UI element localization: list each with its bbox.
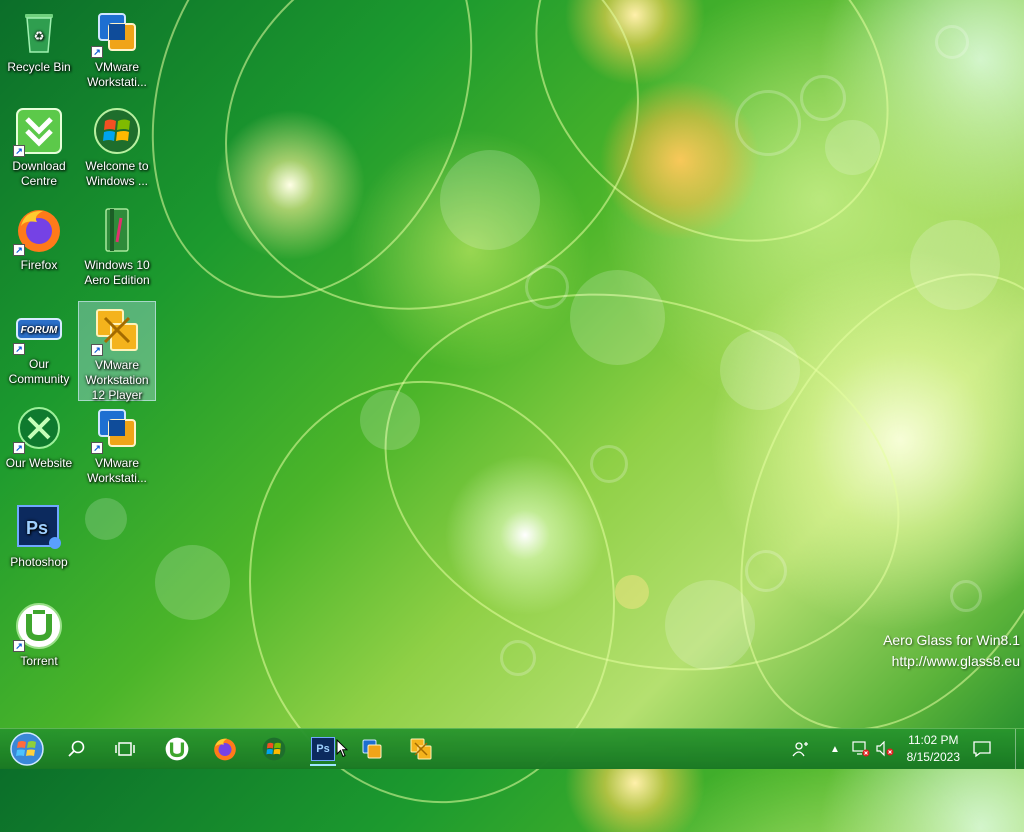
- shortcut-arrow-icon: ↗: [13, 145, 25, 157]
- download-centre-icon: ↗: [13, 107, 63, 157]
- desktop-icon-label: Download Centre: [12, 159, 66, 188]
- desktop-icon-firefox[interactable]: ↗ Firefox: [0, 202, 78, 273]
- shortcut-arrow-icon: ↗: [13, 343, 25, 355]
- chevron-up-icon: ▲: [830, 743, 840, 755]
- mouse-cursor-icon: [336, 738, 349, 763]
- clock-time: 11:02 PM: [908, 733, 959, 747]
- desktop-icon-label: VMware Workstati...: [87, 60, 147, 89]
- task-view-button[interactable]: [108, 733, 142, 765]
- utorrent-icon: [165, 737, 189, 761]
- network-disconnected-icon: [852, 741, 870, 757]
- desktop-icon-recycle-bin[interactable]: ♻ Recycle Bin: [0, 4, 78, 75]
- search-button[interactable]: [60, 733, 94, 765]
- clock-date: 8/15/2023: [906, 750, 960, 764]
- book-icon: [93, 206, 141, 254]
- desktop-icon-our-community[interactable]: FORUM ↗ Our Community: [0, 301, 78, 387]
- recycle-bin-icon: ♻: [15, 8, 63, 56]
- forum-icon: FORUM ↗: [13, 305, 63, 355]
- desktop-icon-torrent[interactable]: ↗ Torrent: [0, 598, 78, 669]
- desktop-icon-download-centre[interactable]: ↗ Download Centre: [0, 103, 78, 189]
- desktop-icon-label: Firefox: [20, 258, 58, 272]
- photoshop-icon: Ps: [311, 737, 335, 761]
- windows-orb-icon: [93, 107, 141, 155]
- watermark-line-1: Aero Glass for Win8.1: [883, 632, 1020, 648]
- desktop-icon-label: VMware Workstati...: [87, 456, 147, 485]
- taskbar-windows-welcome[interactable]: [257, 733, 291, 765]
- forum-badge-text: FORUM: [21, 325, 58, 336]
- windows-orb-icon: [262, 737, 286, 761]
- desktop-icon-label: Our Community: [8, 357, 70, 386]
- volume-button[interactable]: [874, 729, 896, 769]
- taskbar-utorrent[interactable]: [160, 733, 194, 765]
- vmware-icon: ↗: [91, 8, 141, 58]
- desktop-icon-label: Our Website: [5, 456, 73, 470]
- notification-icon: [973, 741, 991, 758]
- network-status-button[interactable]: [850, 729, 872, 769]
- vmware-icon: ↗: [91, 404, 141, 454]
- shortcut-arrow-icon: ↗: [91, 344, 103, 356]
- watermark-line-2: http://www.glass8.eu: [891, 653, 1020, 669]
- search-icon: [68, 740, 85, 757]
- shortcut-arrow-icon: ↗: [13, 244, 25, 256]
- shortcut-arrow-icon: ↗: [91, 442, 103, 454]
- desktop-icon-our-website[interactable]: ↗ Our Website: [0, 400, 78, 471]
- show-hidden-icons-button[interactable]: ▲: [826, 729, 844, 769]
- taskbar-vmware-player[interactable]: [404, 733, 438, 765]
- desktop-icon-windows-10-aero-edition[interactable]: Windows 10 Aero Edition: [78, 202, 156, 288]
- people-icon: [792, 742, 808, 757]
- shortcut-arrow-icon: ↗: [91, 46, 103, 58]
- start-button[interactable]: [6, 731, 48, 767]
- desktop-icon-label: Windows 10 Aero Edition: [84, 258, 150, 287]
- utorrent-icon: ↗: [13, 602, 63, 652]
- desktop-icon-label: Recycle Bin: [7, 60, 71, 74]
- vmware-icon: [362, 739, 382, 759]
- desktop-icon-label: Photoshop: [10, 555, 68, 569]
- taskbar-photoshop[interactable]: Ps: [306, 733, 340, 766]
- vmware-player-icon: ↗: [91, 306, 141, 356]
- desktop-icon-welcome-to-windows[interactable]: Welcome to Windows ...: [78, 103, 156, 189]
- photoshop-badge-text: Ps: [26, 518, 48, 538]
- desktop-icon-label: Torrent: [20, 654, 58, 668]
- desktop-icon-vmware-workstation-2[interactable]: ↗ VMware Workstati...: [78, 400, 156, 486]
- desktop-icon-label: Welcome to Windows ...: [85, 159, 149, 188]
- show-desktop-button[interactable]: [1015, 729, 1024, 769]
- firefox-icon: ↗: [13, 206, 63, 256]
- taskbar-firefox[interactable]: [208, 733, 242, 765]
- people-button[interactable]: [788, 729, 814, 769]
- vmware-player-icon: [410, 738, 432, 760]
- shortcut-arrow-icon: ↗: [13, 442, 25, 454]
- website-icon: ↗: [13, 404, 63, 454]
- windows-start-orb-icon: [10, 732, 44, 766]
- desktop-icon-vmware-workstation-1[interactable]: ↗ VMware Workstati...: [78, 4, 156, 90]
- action-center-button[interactable]: [968, 729, 996, 769]
- shortcut-arrow-icon: ↗: [13, 640, 25, 652]
- svg-text:♻: ♻: [34, 29, 45, 43]
- taskbar-clock[interactable]: 11:02 PM 8/15/2023: [907, 732, 960, 766]
- desktop-icon-label: VMware Workstation 12 Player: [85, 358, 149, 402]
- photoshop-icon: Ps: [15, 503, 63, 551]
- taskbar: Ps ▲ 11:02 PM 8/15/2023: [0, 728, 1024, 769]
- taskbar-vmware-workstation[interactable]: [355, 733, 389, 765]
- desktop-icon-photoshop[interactable]: Ps Photoshop: [0, 499, 78, 570]
- aero-glass-watermark: Aero Glass for Win8.1 http://www.glass8.…: [883, 630, 1020, 672]
- firefox-icon: [214, 738, 236, 761]
- volume-muted-icon: [876, 741, 894, 757]
- task-view-icon: [115, 742, 135, 756]
- photoshop-taskbar-badge: Ps: [316, 743, 330, 755]
- desktop-icon-vmware-workstation-12-player[interactable]: ↗ VMware Workstation 12 Player: [78, 301, 156, 402]
